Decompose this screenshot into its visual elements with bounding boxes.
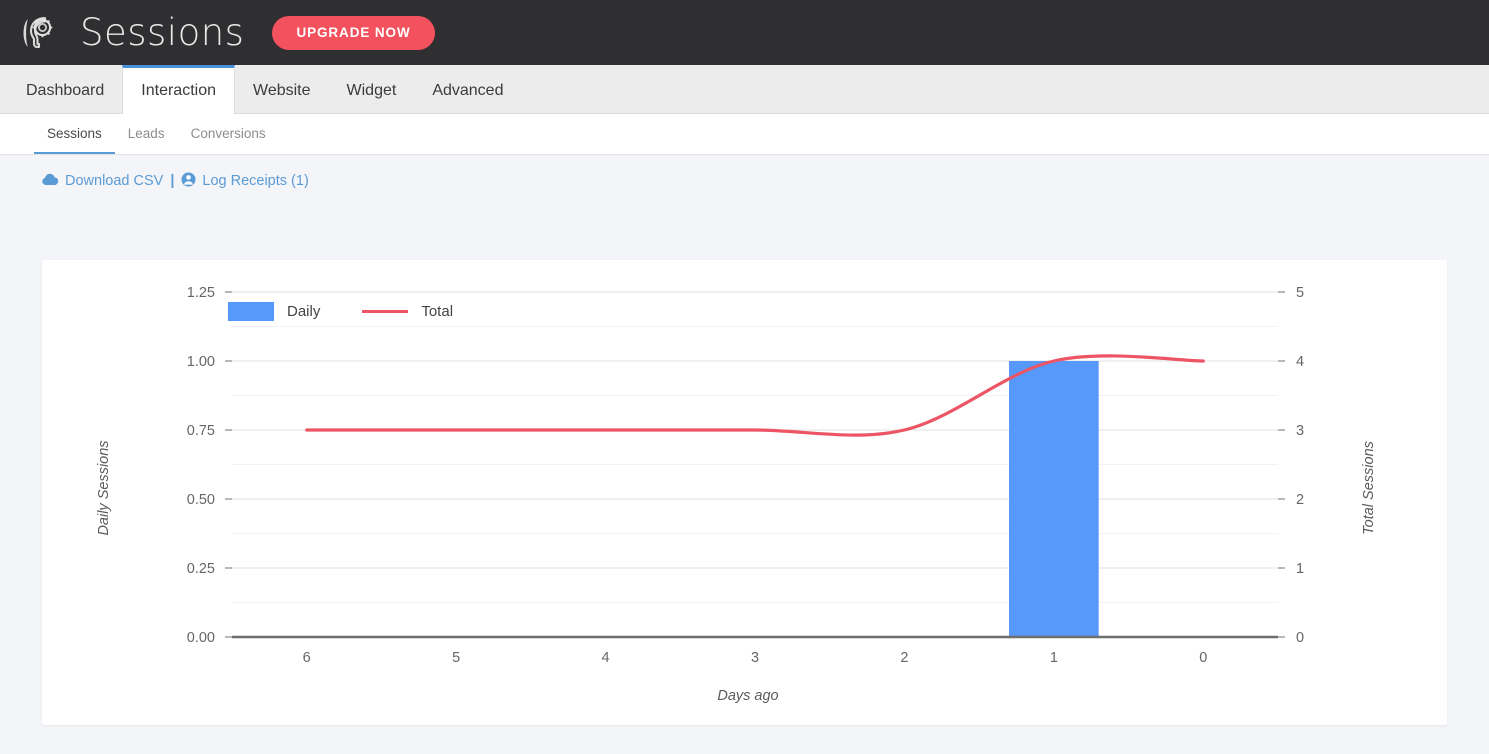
y-axis-tick-label: 0.25 xyxy=(187,561,215,577)
y-axis-tick-label: 1.25 xyxy=(187,285,215,301)
upgrade-now-button[interactable]: UPGRADE NOW xyxy=(272,16,434,50)
y2-axis-tick-label: 2 xyxy=(1296,492,1304,508)
x-axis-tick-label: 6 xyxy=(303,650,311,666)
page-title: Sessions xyxy=(80,14,244,51)
tab-interaction[interactable]: Interaction xyxy=(122,65,235,114)
head-gear-logo-icon xyxy=(14,10,60,56)
y-axis-tick-label: 1.00 xyxy=(187,354,215,370)
y-axis-tick-label: 0.75 xyxy=(187,423,215,439)
tab-website[interactable]: Website xyxy=(235,65,329,113)
y-axis-tick-label: 0.00 xyxy=(187,630,215,646)
download-csv-label: Download CSV xyxy=(65,173,163,189)
action-link-row: Download CSV | Log Receipts (1) xyxy=(0,155,1489,207)
tab-dashboard[interactable]: Dashboard xyxy=(8,65,122,113)
x-axis-tick-label: 5 xyxy=(452,650,460,666)
chart-card: Daily Total 0.000.250.500.751.001.25 012… xyxy=(42,260,1447,725)
x-axis-tick-label: 0 xyxy=(1199,650,1207,666)
x-axis-tick-label: 3 xyxy=(751,650,759,666)
y2-axis-tick-label: 5 xyxy=(1296,285,1304,301)
tab-widget[interactable]: Widget xyxy=(329,65,415,113)
x-axis-tick-label: 1 xyxy=(1050,650,1058,666)
x-axis-tick-label: 4 xyxy=(602,650,610,666)
cloud-download-icon xyxy=(42,173,59,190)
download-csv-link[interactable]: Download CSV xyxy=(42,173,163,190)
y2-axis-tick-label: 0 xyxy=(1296,630,1304,646)
x-axis-tick-label: 2 xyxy=(900,650,908,666)
y-axis-title: Daily Sessions xyxy=(96,440,112,535)
y-axis-tick-label: 0.50 xyxy=(187,492,215,508)
subtab-conversions[interactable]: Conversions xyxy=(178,114,279,154)
link-separator: | xyxy=(170,173,174,189)
secondary-tab-bar: Sessions Leads Conversions xyxy=(0,114,1489,155)
x-axis-title: Days ago xyxy=(717,688,778,704)
y2-axis-tick-label: 1 xyxy=(1296,561,1304,577)
log-receipts-label: Log Receipts (1) xyxy=(202,173,308,189)
primary-tab-bar: Dashboard Interaction Website Widget Adv… xyxy=(0,65,1489,114)
subtab-sessions[interactable]: Sessions xyxy=(34,114,115,154)
chart-plot-area[interactable]: 0.000.250.500.751.001.25 012345 6543210 … xyxy=(42,260,1447,725)
y2-axis-tick-label: 4 xyxy=(1296,354,1304,370)
y2-axis-tick-label: 3 xyxy=(1296,423,1304,439)
subtab-leads[interactable]: Leads xyxy=(115,114,178,154)
y2-axis-title: Total Sessions xyxy=(1361,441,1377,535)
chart-bar[interactable] xyxy=(1009,361,1099,637)
tab-advanced[interactable]: Advanced xyxy=(414,65,521,113)
user-account-icon xyxy=(181,172,196,191)
top-bar: Sessions UPGRADE NOW xyxy=(0,0,1489,65)
log-receipts-link[interactable]: Log Receipts (1) xyxy=(181,172,308,191)
